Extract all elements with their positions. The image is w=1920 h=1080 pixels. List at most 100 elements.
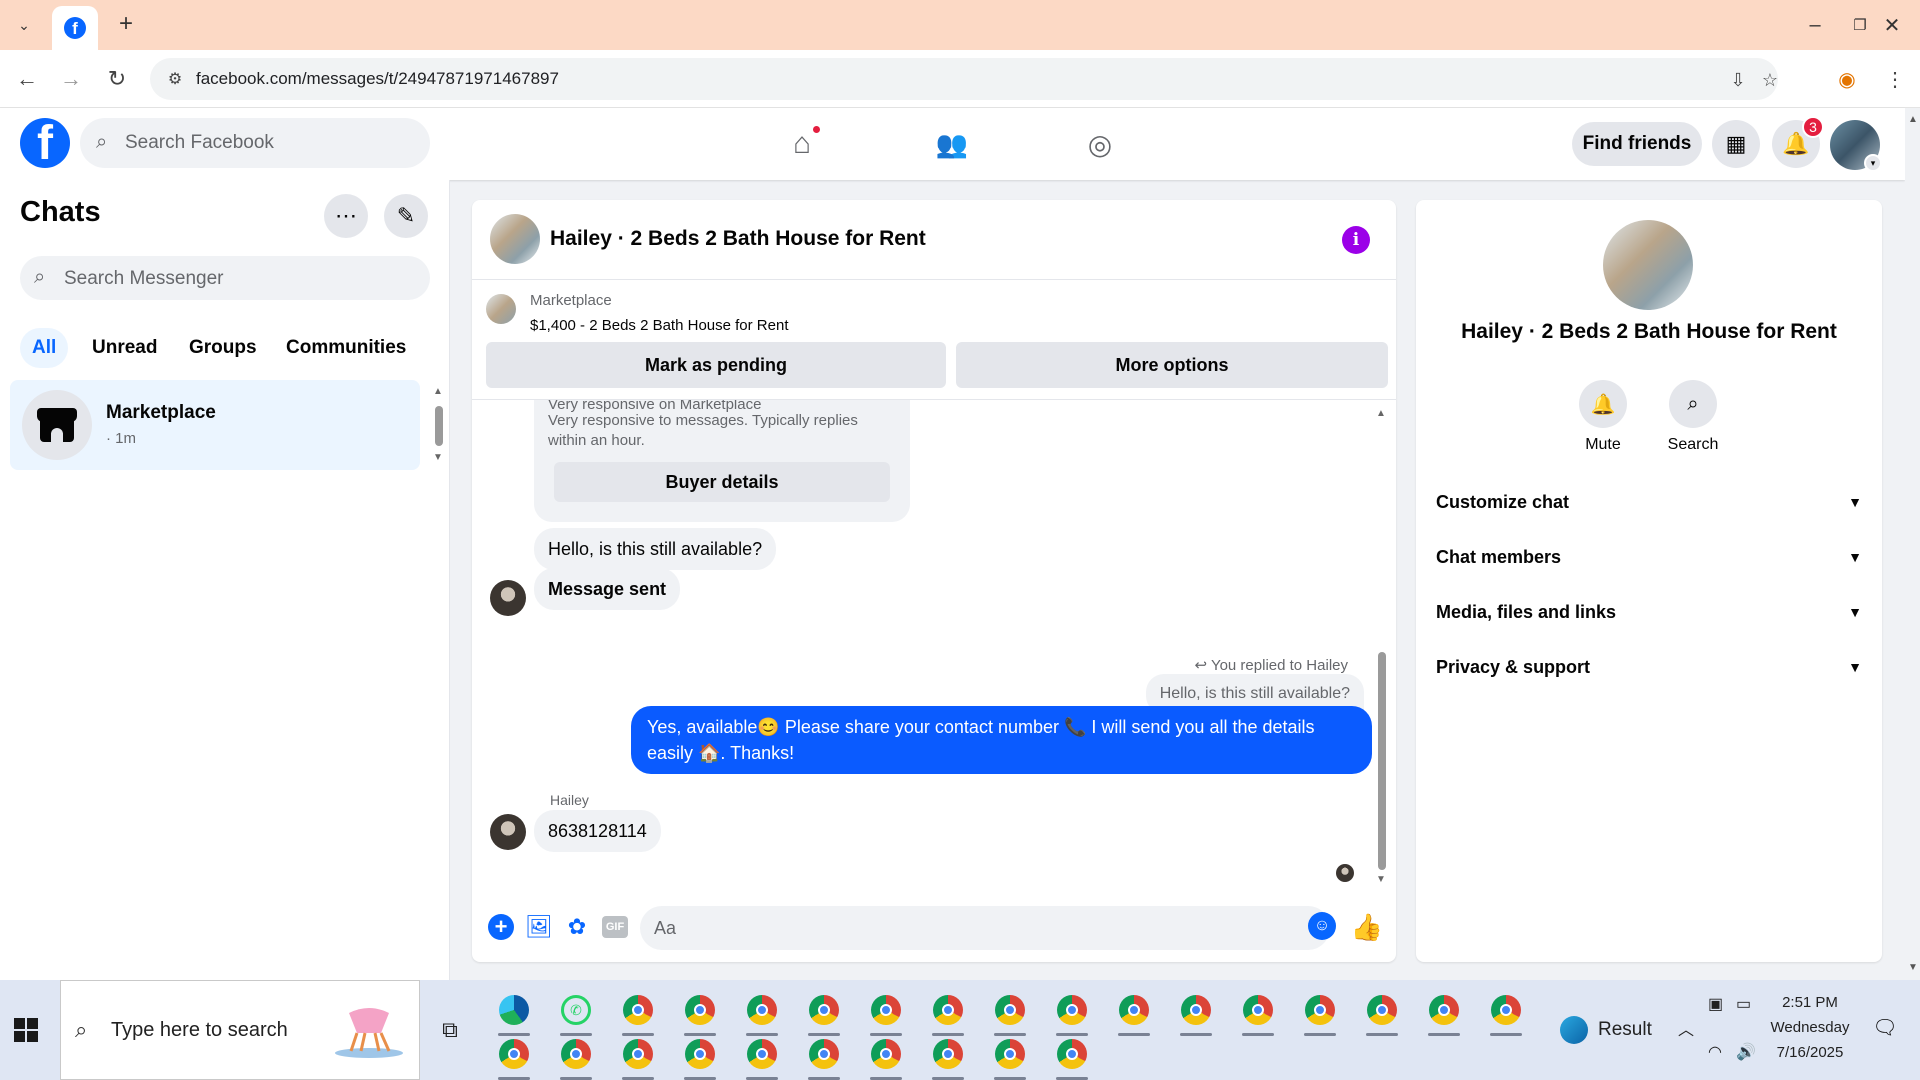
find-friends-button[interactable]: Find friends [1572, 122, 1702, 166]
bell-icon[interactable]: 🔔 [1579, 380, 1627, 428]
chrome-app-icon[interactable] [680, 990, 720, 1036]
sticker-icon[interactable]: ✿ [562, 912, 592, 942]
conversation-avatar[interactable] [490, 214, 540, 264]
facebook-logo-icon[interactable]: f [20, 118, 70, 168]
facebook-search-input[interactable]: ⌕ Search Facebook [80, 118, 430, 168]
section-chat-members[interactable]: Chat members ▼ [1436, 535, 1862, 579]
new-tab-plus-icon[interactable]: + [112, 10, 140, 38]
section-privacy-support[interactable]: Privacy & support ▼ [1436, 645, 1862, 689]
listing-title[interactable]: $1,400 - 2 Beds 2 Bath House for Rent [530, 317, 789, 334]
more-options-button[interactable]: More options [956, 342, 1388, 388]
chrome-app-icon[interactable] [618, 990, 658, 1036]
task-view-icon[interactable]: ⧉ [436, 1016, 464, 1044]
forward-arrow-icon[interactable]: → [56, 64, 86, 94]
chrome-app-icon[interactable] [1362, 990, 1402, 1036]
chrome-app-icon[interactable] [804, 990, 844, 1036]
emoji-icon[interactable]: ☺ [1308, 912, 1336, 940]
profile-icon[interactable]: ◉ [1832, 64, 1862, 94]
chrome-app-icon[interactable] [1300, 990, 1340, 1036]
chrome-app-icon[interactable] [1238, 990, 1278, 1036]
chrome-app-icon[interactable] [866, 990, 906, 1036]
browser-menu-icon[interactable]: ⋮ [1880, 64, 1910, 94]
chat-list-item[interactable]: Marketplace · 1m [10, 380, 420, 470]
windows-start-icon[interactable] [14, 1018, 38, 1042]
filter-all[interactable]: All [20, 328, 69, 368]
plus-actions-icon[interactable]: + [486, 912, 516, 942]
browser-tab-facebook[interactable]: f [52, 6, 98, 50]
taskbar-clock[interactable]: 2:51 PM Wednesday 7/16/2025 [1760, 990, 1860, 1065]
mute-button[interactable]: 🔔 Mute [1558, 380, 1648, 454]
install-app-icon[interactable]: ⇩ [1726, 68, 1750, 92]
chrome-app-icon[interactable] [928, 990, 968, 1036]
device-icon[interactable]: ▣ [1708, 994, 1723, 1014]
message-input[interactable] [640, 906, 1330, 950]
messenger-search-input[interactable]: ⌕ Search Messenger [20, 256, 430, 300]
attach-photo-icon[interactable]: 🖼 [524, 912, 554, 942]
scroll-up-arrow-icon[interactable]: ▲ [1908, 114, 1918, 125]
hailey-avatar[interactable] [490, 814, 526, 850]
scroll-thumb[interactable] [1378, 652, 1386, 870]
chrome-app-icon[interactable] [1052, 990, 1092, 1036]
home-icon[interactable]: ⌂ [780, 122, 824, 166]
omnibox[interactable]: ⚙ facebook.com/messages/t/24947871971467… [150, 58, 1778, 100]
reload-icon[interactable]: ↻ [102, 64, 132, 94]
minimize-icon[interactable]: – [1795, 10, 1835, 40]
chrome-app-icon[interactable] [618, 1034, 658, 1080]
result-widget[interactable]: Result [1560, 1010, 1652, 1050]
url-text[interactable]: facebook.com/messages/t/2494787197146789… [196, 69, 559, 89]
action-center-icon[interactable]: 🗨 [1870, 1012, 1900, 1042]
scroll-down-arrow-icon[interactable]: ▼ [433, 452, 443, 463]
chrome-app-icon[interactable] [928, 1034, 968, 1080]
whatsapp-app-icon[interactable]: ✆ [556, 990, 596, 1036]
taskbar-search-box[interactable]: ⌕ Type here to search [60, 980, 420, 1080]
filter-communities[interactable]: Communities [274, 328, 418, 368]
account-chevron-down-icon[interactable]: ▾ [1864, 154, 1882, 172]
message-bubble[interactable]: 8638128114 [534, 810, 661, 852]
battery-icon[interactable]: ▭ [1736, 994, 1751, 1014]
chrome-app-icon[interactable] [866, 1034, 906, 1080]
conversation-title[interactable]: Hailey · 2 Beds 2 Bath House for Rent [550, 227, 926, 251]
chrome-app-icon[interactable] [1114, 990, 1154, 1036]
mark-as-pending-button[interactable]: Mark as pending [486, 342, 946, 388]
site-settings-icon[interactable]: ⚙ [164, 68, 186, 90]
wifi-icon[interactable]: ◠ [1708, 1042, 1722, 1062]
thumbs-up-icon[interactable]: 👍 [1351, 912, 1383, 942]
message-bubble[interactable]: Message sent [534, 568, 681, 610]
chrome-app-icon[interactable] [990, 1034, 1030, 1080]
chrome-app-icon[interactable] [680, 1034, 720, 1080]
scroll-up-arrow-icon[interactable]: ▲ [1376, 408, 1386, 419]
chrome-app-icon[interactable] [1052, 1034, 1092, 1080]
chrome-app-icon[interactable] [1424, 990, 1464, 1036]
bookmark-star-icon[interactable]: ☆ [1758, 68, 1782, 92]
scroll-up-arrow-icon[interactable]: ▲ [433, 386, 443, 397]
page-scrollbar[interactable]: ▲ ▼ [1905, 108, 1920, 980]
chats-scrollbar[interactable]: ▲ ▼ [432, 386, 446, 466]
friends-icon[interactable]: 👥 [930, 122, 974, 166]
thread-scrollbar[interactable]: ▲ ▼ [1376, 408, 1388, 888]
search-in-chat-button[interactable]: ⌕ Search [1648, 380, 1738, 454]
section-media-files-links[interactable]: Media, files and links ▼ [1436, 590, 1862, 634]
filter-groups[interactable]: Groups [177, 328, 269, 368]
edge-app-icon[interactable] [494, 990, 534, 1036]
filter-unread[interactable]: Unread [80, 328, 169, 368]
chats-more-options-icon[interactable]: ⋯ [324, 194, 368, 238]
notifications-bell-icon[interactable]: 🔔 3 [1772, 116, 1824, 168]
chrome-app-icon[interactable] [742, 1034, 782, 1080]
buyer-details-button[interactable]: Buyer details [554, 462, 890, 502]
message-bubble[interactable]: Hello, is this still available? [534, 528, 777, 570]
close-window-icon[interactable]: ✕ [1872, 10, 1912, 40]
chrome-app-icon[interactable] [804, 1034, 844, 1080]
chrome-app-icon[interactable] [990, 990, 1030, 1036]
section-customize-chat[interactable]: Customize chat ▼ [1436, 480, 1862, 524]
menu-grid-icon[interactable]: ▦ [1712, 120, 1760, 168]
groups-icon[interactable]: ◎ [1078, 122, 1122, 166]
new-message-icon[interactable]: ✎ [384, 194, 428, 238]
account-avatar[interactable]: ▾ [1830, 120, 1882, 172]
tab-list-chevron-icon[interactable]: ⌄ [10, 12, 38, 38]
gif-icon[interactable]: GIF [600, 912, 630, 942]
back-arrow-icon[interactable]: ← [12, 64, 42, 94]
hailey-avatar[interactable] [490, 580, 526, 616]
chrome-app-icon[interactable] [494, 1034, 534, 1080]
outgoing-message-bubble[interactable]: Yes, available😊 Please share your contac… [631, 706, 1372, 774]
scroll-down-arrow-icon[interactable]: ▼ [1908, 962, 1918, 973]
